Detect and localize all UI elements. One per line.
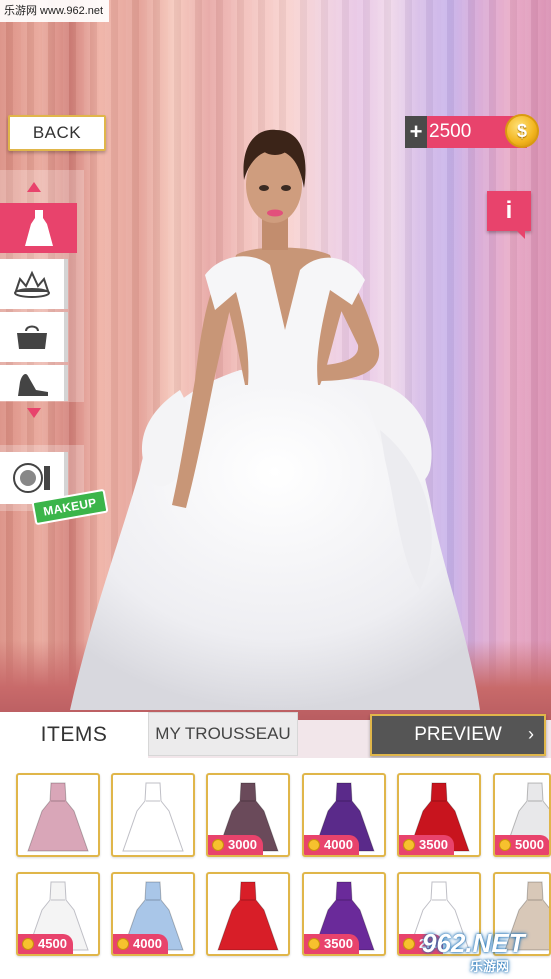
item-price-badge: 4000: [113, 934, 168, 954]
tab-my-trousseau[interactable]: MY TROUSSEAU: [148, 712, 298, 756]
category-bag[interactable]: [0, 312, 68, 362]
scroll-down-arrow-icon[interactable]: [27, 408, 41, 418]
coin-icon: [403, 839, 415, 851]
coin-icon: [403, 938, 415, 950]
coin-icon: [117, 938, 129, 950]
coin-icon: $: [505, 114, 539, 148]
dress-item[interactable]: 5000: [493, 773, 551, 857]
category-shoes[interactable]: [0, 365, 68, 401]
item-price-badge: 3000: [208, 835, 263, 855]
tab-items[interactable]: ITEMS: [0, 712, 148, 758]
dress-item[interactable]: 4000: [111, 872, 195, 956]
item-price-badge: 3500: [304, 934, 359, 954]
back-button-label: BACK: [32, 123, 82, 142]
scroll-up-arrow-icon[interactable]: [27, 182, 41, 192]
heel-shoe-icon: [18, 374, 48, 396]
item-price-badge: 4000: [304, 835, 359, 855]
coin-icon: [22, 938, 34, 950]
dress-item[interactable]: [16, 773, 100, 857]
watermark-text: 乐游网 www.962.net: [4, 5, 104, 17]
item-price-badge: 4500: [18, 934, 73, 954]
preview-button[interactable]: PREVIEW ›: [370, 714, 546, 756]
dress-item[interactable]: 3000: [206, 773, 290, 857]
dress-item[interactable]: 4000: [302, 773, 386, 857]
brand-watermark-sub: 乐游网: [470, 959, 510, 974]
info-button[interactable]: i: [487, 191, 531, 239]
item-price-badge: 3500: [399, 835, 454, 855]
category-tiara[interactable]: [0, 259, 68, 309]
coin-balance: + 2500 $: [405, 114, 539, 148]
dress-icon: [24, 210, 53, 246]
brand-watermark-text: 962.NET: [422, 928, 525, 958]
dress-thumbnail-icon: [122, 782, 184, 852]
tiara-icon: [14, 270, 50, 298]
item-price: 3500: [324, 936, 353, 951]
item-price: 4500: [38, 936, 67, 951]
coin-icon: [212, 839, 224, 851]
coin-icon: [499, 839, 511, 851]
dress-item[interactable]: 3500: [302, 872, 386, 956]
item-price: 3000: [228, 837, 257, 852]
coin-icon: [308, 938, 320, 950]
dress-item[interactable]: 3500: [397, 773, 481, 857]
dress-thumbnail-icon: [217, 881, 279, 951]
handbag-icon: [17, 325, 47, 349]
brand-watermark: 962.NET 乐游网: [422, 928, 547, 974]
item-price: 4000: [324, 837, 353, 852]
back-button[interactable]: BACK: [8, 115, 106, 151]
category-dress[interactable]: [0, 203, 77, 253]
dress-item[interactable]: [111, 773, 195, 857]
compact-makeup-icon: [13, 463, 50, 493]
item-price: 5000: [515, 837, 544, 852]
preview-label: PREVIEW: [414, 724, 502, 745]
add-coins-button[interactable]: +: [405, 116, 427, 148]
dress-item[interactable]: 4500: [16, 872, 100, 956]
dress-item[interactable]: [206, 872, 290, 956]
item-price: 3500: [419, 837, 448, 852]
item-price-badge: 5000: [495, 835, 549, 855]
chevron-right-icon: ›: [528, 724, 534, 744]
dress-thumbnail-icon: [27, 782, 89, 852]
item-price: 4000: [133, 936, 162, 951]
coin-icon: [308, 839, 320, 851]
site-watermark: 乐游网 www.962.net: [0, 0, 110, 22]
